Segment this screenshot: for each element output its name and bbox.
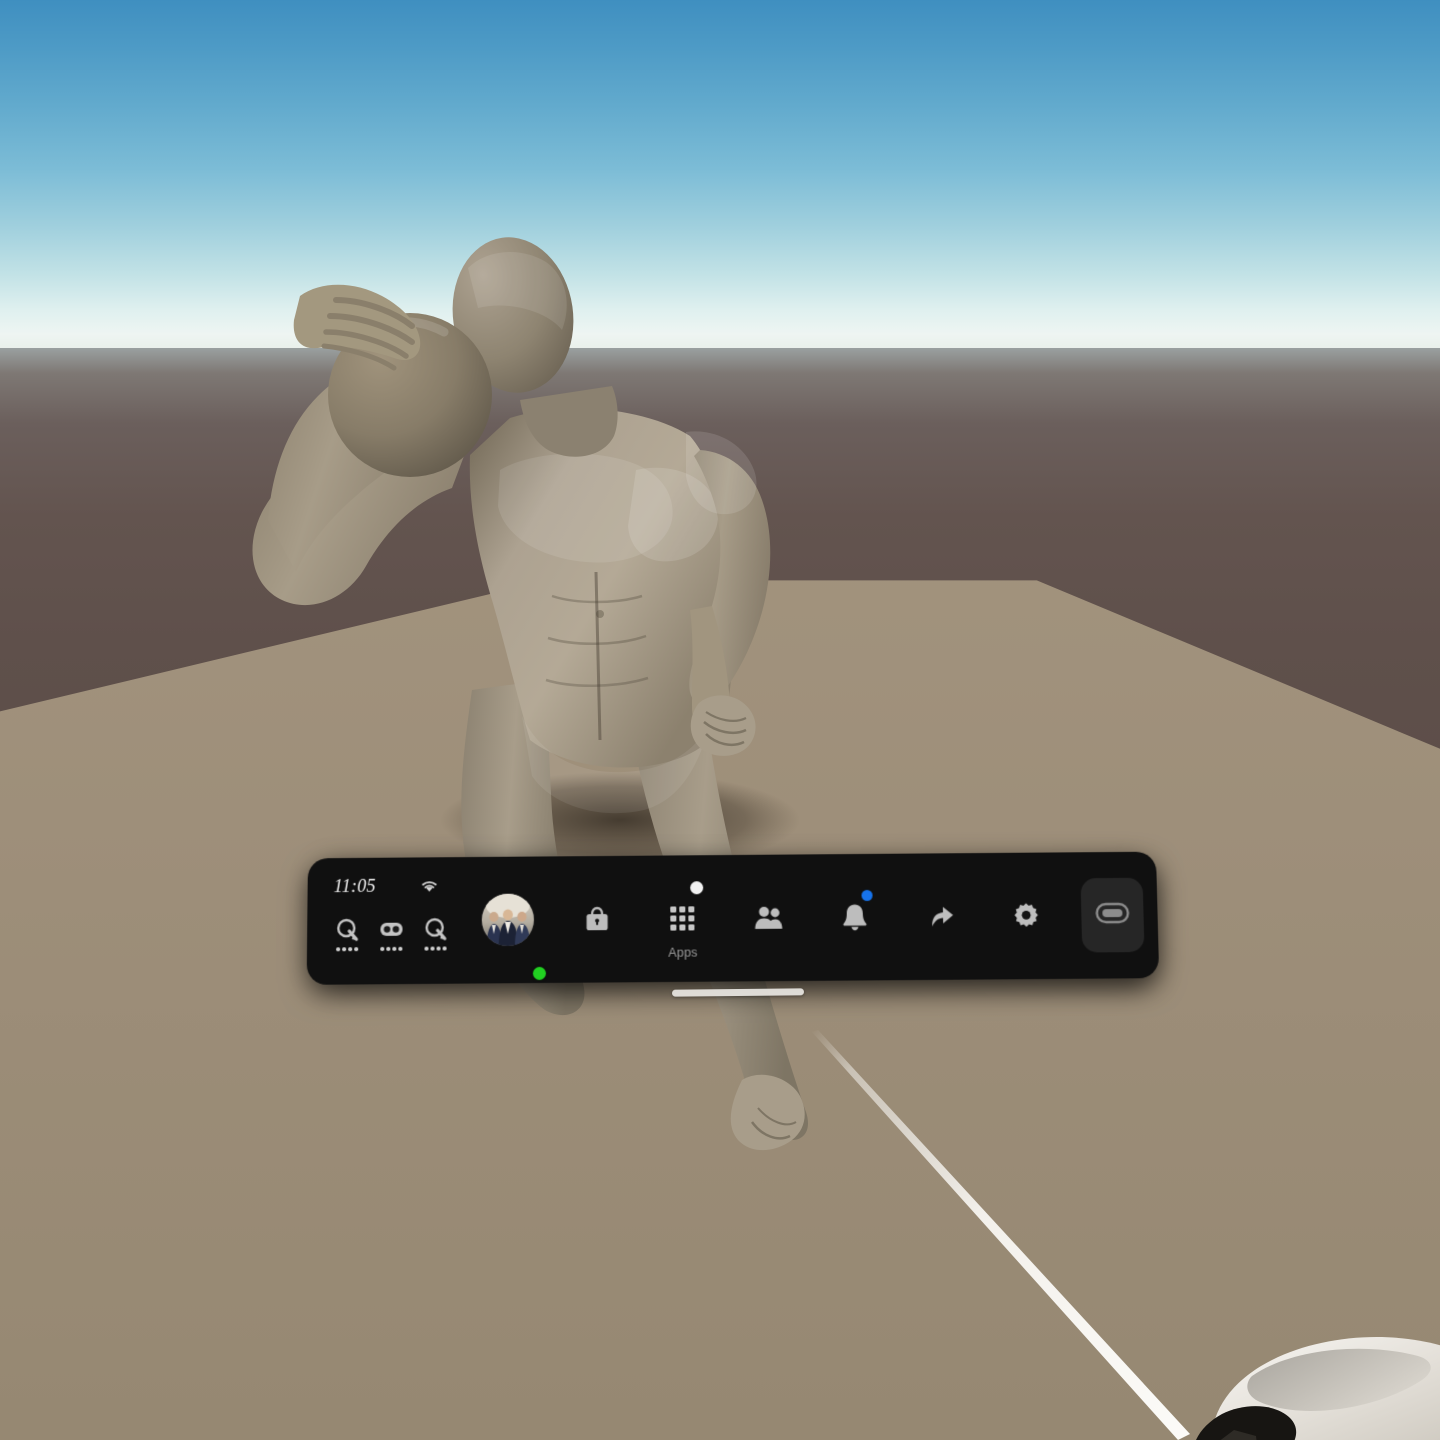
system-taskbar[interactable]: 11:05 Apps: [306, 851, 1160, 985]
battery-dot: [386, 946, 391, 951]
taskbar-icon-strip: Apps: [459, 852, 1159, 984]
taskbar-item-apps-label: Apps: [668, 945, 698, 960]
people-icon: [752, 901, 786, 935]
store-bag-icon: [580, 902, 614, 936]
battery-dot: [336, 947, 340, 951]
taskbar-drag-handle[interactable]: [671, 988, 805, 997]
battery-dot: [442, 946, 447, 951]
headset-icon: [378, 918, 404, 942]
taskbar-item-passthrough[interactable]: [1080, 877, 1145, 953]
battery-headset: [377, 918, 405, 951]
battery-left-controller: [333, 918, 361, 951]
taskbar-item-apps[interactable]: Apps: [645, 855, 720, 982]
battery-dot: [430, 946, 435, 951]
share-arrow-icon: [923, 899, 958, 933]
taskbar-layer: 11:05 Apps: [0, 0, 1440, 1440]
battery-dots-right: [424, 946, 447, 951]
battery-dots-left: [336, 947, 359, 951]
battery-dot: [398, 946, 403, 951]
battery-dot: [436, 946, 441, 951]
apps-grid-icon: [666, 901, 700, 935]
clock-label: 11:05: [333, 875, 377, 897]
battery-dot: [354, 947, 359, 951]
status-top-row: 11:05: [334, 873, 460, 898]
battery-dots-headset: [380, 946, 403, 951]
battery-dot: [424, 946, 429, 951]
bell-icon: [837, 900, 872, 934]
notifications-badge-dot: [861, 889, 873, 902]
wifi-icon: [420, 878, 439, 893]
taskbar-item-notifications[interactable]: [817, 854, 893, 981]
presence-status-dot: [532, 966, 546, 981]
battery-right-controller: [421, 917, 449, 951]
taskbar-item-settings[interactable]: [988, 852, 1065, 979]
taskbar-item-people[interactable]: [731, 854, 806, 981]
battery-dot: [348, 947, 353, 951]
taskbar-item-store[interactable]: [560, 856, 634, 983]
battery-dot: [380, 946, 384, 951]
battery-row: [333, 917, 460, 951]
apps-badge-dot: [690, 881, 704, 895]
status-cluster: 11:05: [307, 857, 460, 985]
battery-dot: [392, 946, 397, 951]
avatar-photo: [481, 893, 534, 947]
passthrough-pill-icon: [1095, 901, 1130, 928]
gear-icon: [1009, 899, 1044, 933]
taskbar-item-avatar[interactable]: [468, 856, 548, 983]
right-controller-icon: [423, 917, 449, 941]
vr-scene: 11:05 Apps: [0, 0, 1440, 1440]
left-controller-icon: [334, 918, 360, 942]
battery-dot: [342, 947, 346, 951]
taskbar-item-share[interactable]: [903, 853, 979, 980]
